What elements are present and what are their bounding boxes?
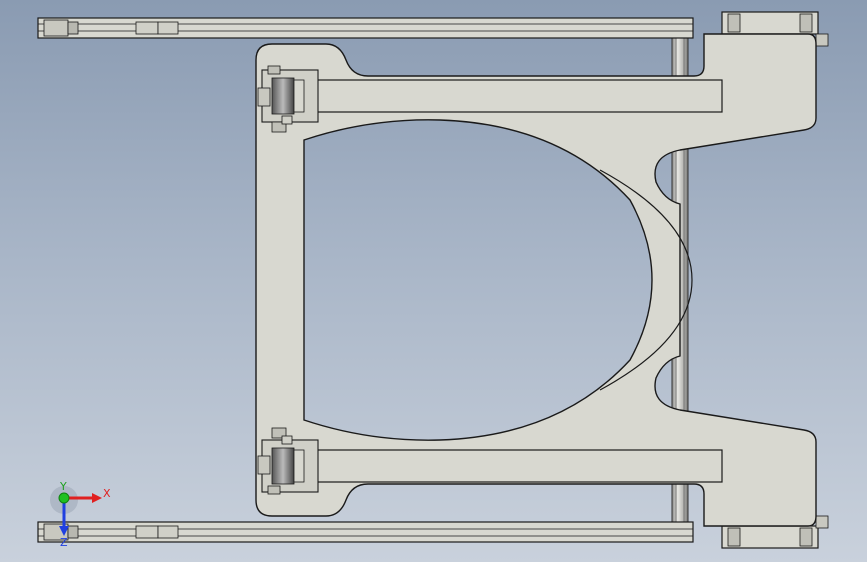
z-axis-arrowhead bbox=[59, 526, 69, 536]
x-axis-arrowhead bbox=[92, 493, 102, 503]
y-axis-dot bbox=[58, 492, 70, 504]
z-axis-label: Z bbox=[60, 536, 68, 548]
top-rail bbox=[37, 17, 694, 39]
reference-triad: X Y Z bbox=[50, 480, 111, 548]
x-axis-label: X bbox=[103, 487, 111, 500]
bottom-rail bbox=[37, 521, 694, 543]
y-axis-label: Y bbox=[59, 480, 67, 493]
cad-model-view[interactable] bbox=[0, 0, 867, 562]
graphics-viewport[interactable]: X Y Z bbox=[0, 0, 867, 562]
